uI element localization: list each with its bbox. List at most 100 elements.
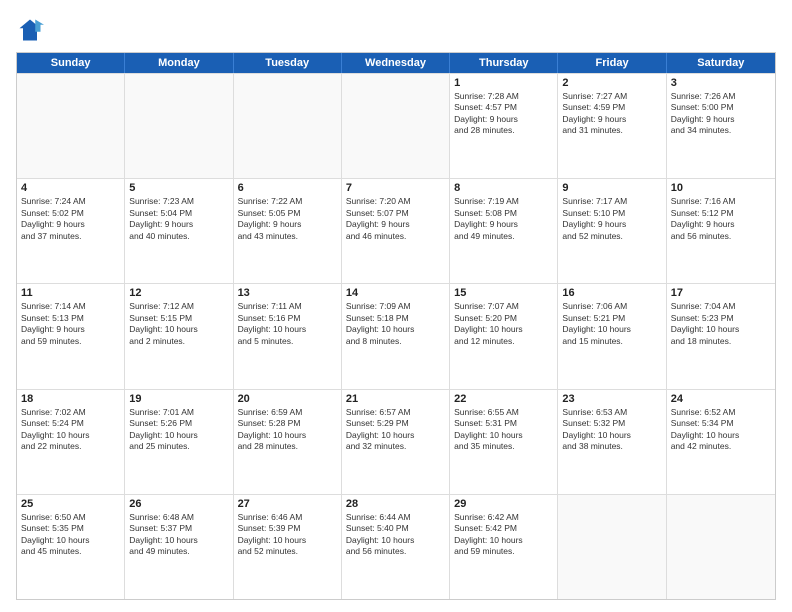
cell-info: Sunrise: 6:50 AM Sunset: 5:35 PM Dayligh… [21, 512, 120, 558]
day-number: 28 [346, 498, 445, 510]
cell-info: Sunrise: 7:09 AM Sunset: 5:18 PM Dayligh… [346, 301, 445, 347]
day-number: 14 [346, 287, 445, 299]
calendar-cell: 29 Sunrise: 6:42 AM Sunset: 5:42 PM Dayli… [450, 495, 558, 599]
day-number: 29 [454, 498, 553, 510]
day-number: 1 [454, 77, 553, 89]
day-number: 16 [562, 287, 661, 299]
calendar-cell: 5 Sunrise: 7:23 AM Sunset: 5:04 PM Daylig… [125, 179, 233, 283]
day-number: 20 [238, 393, 337, 405]
calendar-cell: 17Sunrise: 7:04 AM Sunset: 5:23 PM Dayli… [667, 284, 775, 388]
day-number: 21 [346, 393, 445, 405]
day-number: 12 [129, 287, 228, 299]
cell-info: Sunrise: 7:22 AM Sunset: 5:05 PM Dayligh… [238, 196, 337, 242]
calendar-cell: 19 Sunrise: 7:01 AM Sunset: 5:26 PM Dayli… [125, 390, 233, 494]
cell-info: Sunrise: 6:57 AM Sunset: 5:29 PM Dayligh… [346, 407, 445, 453]
calendar-cell: 8 Sunrise: 7:19 AM Sunset: 5:08 PM Daylig… [450, 179, 558, 283]
col-header-tuesday: Tuesday [234, 53, 342, 73]
calendar-cell: 7 Sunrise: 7:20 AM Sunset: 5:07 PM Daylig… [342, 179, 450, 283]
day-number: 11 [21, 287, 120, 299]
cell-info: Sunrise: 7:19 AM Sunset: 5:08 PM Dayligh… [454, 196, 553, 242]
col-header-wednesday: Wednesday [342, 53, 450, 73]
cell-info: Sunrise: 7:12 AM Sunset: 5:15 PM Dayligh… [129, 301, 228, 347]
calendar-cell: 1 Sunrise: 7:28 AM Sunset: 4:57 PM Daylig… [450, 74, 558, 178]
day-number: 22 [454, 393, 553, 405]
cell-info: Sunrise: 7:20 AM Sunset: 5:07 PM Dayligh… [346, 196, 445, 242]
calendar-cell: 23Sunrise: 6:53 AM Sunset: 5:32 PM Dayli… [558, 390, 666, 494]
cell-info: Sunrise: 7:16 AM Sunset: 5:12 PM Dayligh… [671, 196, 771, 242]
day-number: 24 [671, 393, 771, 405]
cell-info: Sunrise: 7:01 AM Sunset: 5:26 PM Dayligh… [129, 407, 228, 453]
cell-info: Sunrise: 6:42 AM Sunset: 5:42 PM Dayligh… [454, 512, 553, 558]
calendar-row-4: 25 Sunrise: 6:50 AM Sunset: 5:35 PM Dayli… [17, 494, 775, 599]
page: SundayMondayTuesdayWednesdayThursdayFrid… [0, 0, 792, 612]
day-number: 10 [671, 182, 771, 194]
cell-info: Sunrise: 7:23 AM Sunset: 5:04 PM Dayligh… [129, 196, 228, 242]
calendar-cell: 15Sunrise: 7:07 AM Sunset: 5:20 PM Dayli… [450, 284, 558, 388]
calendar-cell: 2 Sunrise: 7:27 AM Sunset: 4:59 PM Daylig… [558, 74, 666, 178]
calendar-cell: 18 Sunrise: 7:02 AM Sunset: 5:24 PM Dayli… [17, 390, 125, 494]
col-header-sunday: Sunday [17, 53, 125, 73]
calendar-cell: 6 Sunrise: 7:22 AM Sunset: 5:05 PM Daylig… [234, 179, 342, 283]
calendar-cell: 11 Sunrise: 7:14 AM Sunset: 5:13 PM Dayli… [17, 284, 125, 388]
cell-info: Sunrise: 7:06 AM Sunset: 5:21 PM Dayligh… [562, 301, 661, 347]
col-header-saturday: Saturday [667, 53, 775, 73]
calendar-cell: 28 Sunrise: 6:44 AM Sunset: 5:40 PM Dayli… [342, 495, 450, 599]
cell-info: Sunrise: 7:28 AM Sunset: 4:57 PM Dayligh… [454, 91, 553, 137]
cell-info: Sunrise: 7:27 AM Sunset: 4:59 PM Dayligh… [562, 91, 661, 137]
calendar-cell [342, 74, 450, 178]
calendar-cell [234, 74, 342, 178]
cell-info: Sunrise: 6:59 AM Sunset: 5:28 PM Dayligh… [238, 407, 337, 453]
logo-icon [16, 16, 44, 44]
day-number: 15 [454, 287, 553, 299]
calendar-body: 1 Sunrise: 7:28 AM Sunset: 4:57 PM Daylig… [17, 73, 775, 599]
cell-info: Sunrise: 6:52 AM Sunset: 5:34 PM Dayligh… [671, 407, 771, 453]
calendar-cell [17, 74, 125, 178]
calendar-cell: 9 Sunrise: 7:17 AM Sunset: 5:10 PM Daylig… [558, 179, 666, 283]
cell-info: Sunrise: 7:24 AM Sunset: 5:02 PM Dayligh… [21, 196, 120, 242]
calendar-row-1: 4 Sunrise: 7:24 AM Sunset: 5:02 PM Daylig… [17, 178, 775, 283]
calendar-cell: 4 Sunrise: 7:24 AM Sunset: 5:02 PM Daylig… [17, 179, 125, 283]
day-number: 6 [238, 182, 337, 194]
cell-info: Sunrise: 7:17 AM Sunset: 5:10 PM Dayligh… [562, 196, 661, 242]
cell-info: Sunrise: 7:04 AM Sunset: 5:23 PM Dayligh… [671, 301, 771, 347]
calendar-cell [558, 495, 666, 599]
calendar-cell [667, 495, 775, 599]
calendar-cell: 20 Sunrise: 6:59 AM Sunset: 5:28 PM Dayli… [234, 390, 342, 494]
col-header-friday: Friday [558, 53, 666, 73]
day-number: 8 [454, 182, 553, 194]
day-number: 9 [562, 182, 661, 194]
calendar-cell: 27 Sunrise: 6:46 AM Sunset: 5:39 PM Dayli… [234, 495, 342, 599]
calendar-cell: 10 Sunrise: 7:16 AM Sunset: 5:12 PM Dayli… [667, 179, 775, 283]
day-number: 7 [346, 182, 445, 194]
calendar-cell: 21 Sunrise: 6:57 AM Sunset: 5:29 PM Dayli… [342, 390, 450, 494]
day-number: 25 [21, 498, 120, 510]
calendar-row-0: 1 Sunrise: 7:28 AM Sunset: 4:57 PM Daylig… [17, 73, 775, 178]
day-number: 19 [129, 393, 228, 405]
day-number: 4 [21, 182, 120, 194]
cell-info: Sunrise: 6:44 AM Sunset: 5:40 PM Dayligh… [346, 512, 445, 558]
day-number: 18 [21, 393, 120, 405]
cell-info: Sunrise: 7:26 AM Sunset: 5:00 PM Dayligh… [671, 91, 771, 137]
day-number: 2 [562, 77, 661, 89]
logo [16, 16, 48, 44]
cell-info: Sunrise: 7:02 AM Sunset: 5:24 PM Dayligh… [21, 407, 120, 453]
day-number: 5 [129, 182, 228, 194]
calendar: SundayMondayTuesdayWednesdayThursdayFrid… [16, 52, 776, 600]
header [16, 12, 776, 44]
col-header-thursday: Thursday [450, 53, 558, 73]
calendar-cell: 26 Sunrise: 6:48 AM Sunset: 5:37 PM Dayli… [125, 495, 233, 599]
cell-info: Sunrise: 7:14 AM Sunset: 5:13 PM Dayligh… [21, 301, 120, 347]
calendar-cell: 25 Sunrise: 6:50 AM Sunset: 5:35 PM Dayli… [17, 495, 125, 599]
day-number: 13 [238, 287, 337, 299]
cell-info: Sunrise: 7:11 AM Sunset: 5:16 PM Dayligh… [238, 301, 337, 347]
calendar-cell: 22 Sunrise: 6:55 AM Sunset: 5:31 PM Dayli… [450, 390, 558, 494]
cell-info: Sunrise: 6:48 AM Sunset: 5:37 PM Dayligh… [129, 512, 228, 558]
calendar-header: SundayMondayTuesdayWednesdayThursdayFrid… [17, 53, 775, 73]
cell-info: Sunrise: 6:55 AM Sunset: 5:31 PM Dayligh… [454, 407, 553, 453]
day-number: 27 [238, 498, 337, 510]
calendar-cell [125, 74, 233, 178]
cell-info: Sunrise: 6:46 AM Sunset: 5:39 PM Dayligh… [238, 512, 337, 558]
day-number: 26 [129, 498, 228, 510]
day-number: 23 [562, 393, 661, 405]
calendar-cell: 13 Sunrise: 7:11 AM Sunset: 5:16 PM Dayli… [234, 284, 342, 388]
